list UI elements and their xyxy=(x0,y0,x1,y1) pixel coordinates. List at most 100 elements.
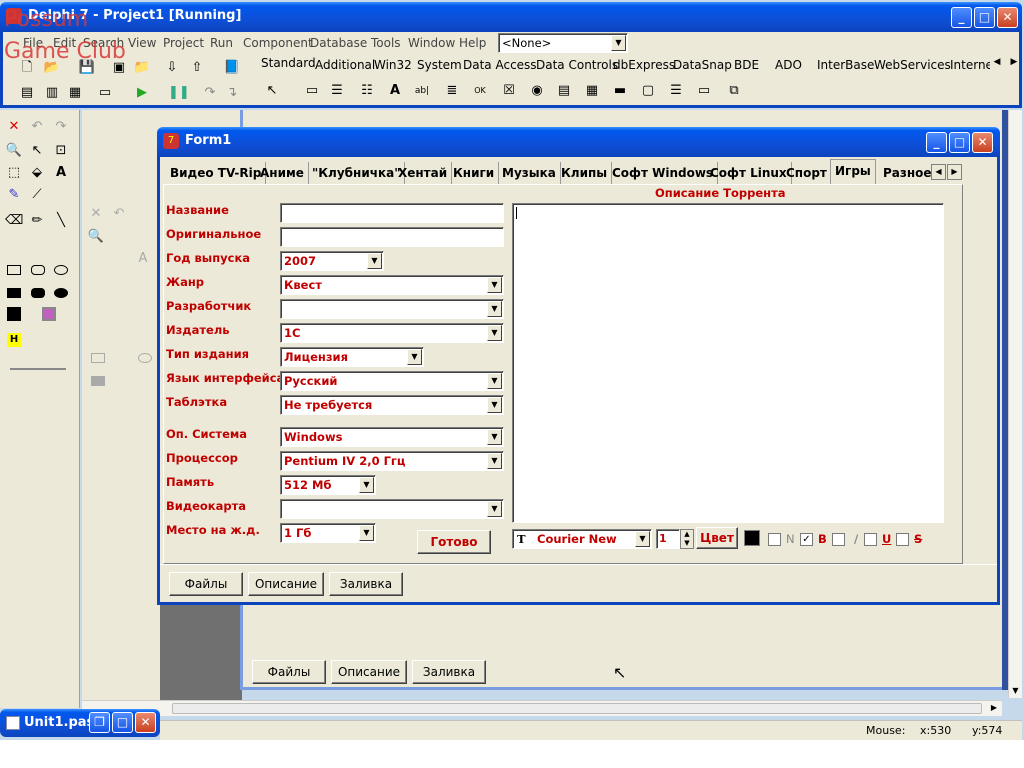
ram-combo[interactable]: 512 Мб ▼ xyxy=(280,475,376,495)
groupbox-component-icon[interactable]: ▢ xyxy=(639,82,657,100)
menu-database[interactable]: Database xyxy=(310,36,367,50)
menu-window[interactable]: Window xyxy=(408,36,455,50)
edit-component-icon[interactable]: ab| xyxy=(413,82,431,100)
tab-clips[interactable]: Клипы xyxy=(557,162,613,184)
upload-button[interactable]: Заливка xyxy=(329,572,403,596)
maximize-button[interactable]: □ xyxy=(974,7,995,28)
tab-books[interactable]: Книги xyxy=(449,162,500,184)
radiobutton-component-icon[interactable]: ◉ xyxy=(528,82,546,100)
font-combo[interactable]: T Courier New ▼ xyxy=(512,529,652,549)
unit-close-button[interactable]: ✕ xyxy=(135,712,156,733)
developer-combo[interactable]: ▼ xyxy=(280,299,504,319)
text-icon[interactable]: A xyxy=(52,164,70,182)
ide-title-bar[interactable]: Delphi 7 - Project1 [Running] _ □ ✕ xyxy=(0,2,1022,32)
form1-minimize-button[interactable]: _ xyxy=(926,132,947,153)
toolbar-newform-icon[interactable]: ▭ xyxy=(96,84,114,102)
back-files-button[interactable]: Файлы xyxy=(252,660,326,684)
menu-view[interactable]: View xyxy=(128,36,156,50)
form1-close-button[interactable]: ✕ xyxy=(972,132,993,153)
pointer-icon[interactable]: ↖ xyxy=(263,82,281,100)
run-icon[interactable]: ▶ xyxy=(133,84,151,102)
label-component-icon[interactable]: A xyxy=(386,82,404,100)
tab-soft-linux[interactable]: Софт Linux xyxy=(706,162,792,184)
tab-games[interactable]: Игры xyxy=(830,159,876,184)
scrollbar-component-icon[interactable]: ▬ xyxy=(611,82,629,100)
scroll-right-icon[interactable]: ▶ xyxy=(987,701,1001,715)
palette-tab-datacontrols[interactable]: Data Controls xyxy=(536,58,618,72)
form1-title-bar[interactable]: 7 Form1 _ □ ✕ xyxy=(157,127,1000,157)
palette-scroll-right-icon[interactable]: ▶ xyxy=(1005,53,1023,71)
frame-component-icon[interactable]: ▭ xyxy=(303,82,321,100)
chevron-down-icon[interactable]: ▼ xyxy=(635,531,650,547)
tab-video[interactable]: Видео TV-Rip xyxy=(166,162,267,184)
palette-tab-bde[interactable]: BDE xyxy=(734,58,759,72)
style-strike-checkbox[interactable] xyxy=(896,533,909,546)
tab-music[interactable]: Музыка xyxy=(498,162,561,184)
button-component-icon[interactable]: OK xyxy=(471,82,489,100)
chevron-down-icon[interactable]: ▼ xyxy=(487,453,502,469)
form1-maximize-button[interactable]: □ xyxy=(949,132,970,153)
bg-color-swatch[interactable] xyxy=(42,307,56,321)
rect-outline-icon[interactable] xyxy=(7,265,21,275)
chevron-down-icon[interactable]: ▼ xyxy=(359,477,374,493)
unit-restore-button[interactable]: ❐ xyxy=(89,712,110,733)
chevron-down-icon[interactable]: ▼ xyxy=(407,349,422,365)
toolbar-forms-icon[interactable]: ▥ xyxy=(43,84,61,102)
style-normal-checkbox[interactable] xyxy=(768,533,781,546)
palette-scroll-left-icon[interactable]: ◀ xyxy=(988,53,1006,71)
close-button[interactable]: ✕ xyxy=(997,7,1018,28)
tab-hentai[interactable]: Хентай xyxy=(394,162,453,184)
palette-tab-webservices[interactable]: WebServices xyxy=(874,58,951,72)
palette-tab-standard[interactable]: Standard xyxy=(261,56,316,70)
rect-fill-icon[interactable] xyxy=(7,288,21,298)
crack-combo[interactable]: Не требуется ▼ xyxy=(280,395,504,415)
size-spin-icon[interactable]: ▲ ▼ xyxy=(680,529,694,549)
style-bold-checkbox[interactable]: ✓ xyxy=(800,533,813,546)
font-size-input[interactable]: 1 xyxy=(656,529,680,549)
palette-tab-interbase[interactable]: InterBase xyxy=(817,58,874,72)
palette-tab-dataaccess[interactable]: Data Access xyxy=(463,58,537,72)
unit-maximize-button[interactable]: □ xyxy=(112,712,133,733)
tab-misc[interactable]: Разное xyxy=(879,162,931,184)
ellipse-outline-icon[interactable] xyxy=(54,265,68,275)
chevron-down-icon[interactable]: ▼ xyxy=(487,325,502,341)
palette-tab-win32[interactable]: Win32 xyxy=(374,58,412,72)
back-upload-button[interactable]: Заливка xyxy=(412,660,486,684)
roundrect-outline-icon[interactable] xyxy=(31,265,45,275)
popupmenu-component-icon[interactable]: ☷ xyxy=(358,82,376,100)
menu-help[interactable]: Help xyxy=(459,36,486,50)
radiogroup-component-icon[interactable]: ☰ xyxy=(667,82,685,100)
edition-combo[interactable]: Лицензия ▼ xyxy=(280,347,424,367)
chevron-down-icon[interactable]: ▼ xyxy=(487,301,502,317)
files-button[interactable]: Файлы xyxy=(169,572,243,596)
trace-icon[interactable]: ↴ xyxy=(223,84,241,102)
back-description-button[interactable]: Описание xyxy=(331,660,407,684)
object-selector[interactable]: <None> ▼ xyxy=(498,33,628,53)
dropper-icon[interactable]: ⟋ xyxy=(28,186,46,204)
redo-icon[interactable]: ↷ xyxy=(52,118,70,136)
palette-tab-ado[interactable]: ADO xyxy=(775,58,802,72)
scroll-down-icon[interactable]: ▼ xyxy=(1009,684,1022,698)
original-input[interactable] xyxy=(280,227,504,247)
tab-soft-windows[interactable]: Софт Windows xyxy=(608,162,719,184)
toolbar-export-icon[interactable]: ⇧ xyxy=(188,59,206,77)
fill-icon[interactable]: ⬙ xyxy=(28,164,46,182)
toolbar-help-icon[interactable]: 📘 xyxy=(223,59,241,77)
delete-icon[interactable]: ✕ xyxy=(5,118,23,136)
memo-component-icon[interactable]: ≣ xyxy=(443,82,461,100)
unit-title-bar[interactable]: Unit1.pas ❐ □ ✕ xyxy=(0,709,160,737)
year-combo[interactable]: 2007 ▼ xyxy=(280,251,384,271)
brush-icon[interactable]: ✎ xyxy=(5,186,23,204)
toolbar-toggle-icon[interactable]: ▦ xyxy=(66,84,84,102)
tab-scroll-right-icon[interactable]: ▶ xyxy=(947,164,962,180)
undo-icon[interactable]: ↶ xyxy=(28,118,46,136)
gpu-combo[interactable]: ▼ xyxy=(280,499,504,519)
palette-tab-additional[interactable]: Additional xyxy=(315,58,375,72)
toolbar-import-icon[interactable]: ⇩ xyxy=(163,59,181,77)
chevron-down-icon[interactable]: ▼ xyxy=(487,397,502,413)
palette-tab-datasnap[interactable]: DataSnap xyxy=(673,58,732,72)
disk-combo[interactable]: 1 Гб ▼ xyxy=(280,523,376,543)
tab-klubnichka[interactable]: "Клубничка" xyxy=(308,162,406,184)
toolbar-openproject-icon[interactable]: 📁 xyxy=(133,59,151,77)
tab-sport[interactable]: Спорт xyxy=(782,162,832,184)
